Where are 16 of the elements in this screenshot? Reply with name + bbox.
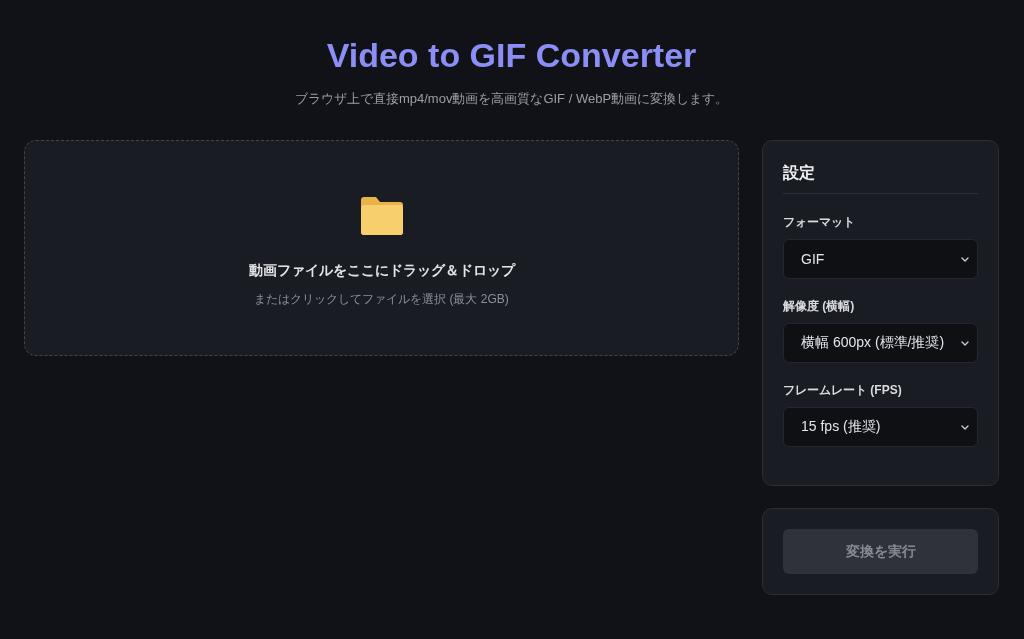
drop-zone[interactable]: 動画ファイルをここにドラッグ＆ドロップ またはクリックしてファイルを選択 (最大 2GB)	[24, 140, 739, 356]
drop-heading: 動画ファイルをここにドラッグ＆ドロップ	[248, 261, 515, 280]
page-title: Video to GIF Converter	[326, 35, 697, 76]
field-label: フレームレート (FPS)	[783, 382, 902, 398]
chevron-down-icon	[961, 256, 969, 262]
field-label: 解像度 (横幅)	[783, 298, 855, 314]
drop-hint: またはクリックしてファイルを選択 (最大 2GB)	[254, 291, 509, 308]
folder-icon	[360, 197, 403, 235]
page-subtitle: ブラウザ上で直接mp4/mov動画を高画質なGIF / WebP動画に変換します。	[294, 90, 729, 108]
chevron-down-icon	[961, 424, 969, 430]
field-label: フォーマット	[783, 214, 855, 230]
chevron-down-icon	[961, 340, 969, 346]
dropdown[interactable]: 横幅 600px (標準/推奨)	[783, 323, 978, 363]
dropdown[interactable]: GIF	[783, 239, 978, 279]
settings-title: 設定	[783, 162, 978, 194]
dropdown[interactable]: 15 fps (推奨)	[783, 407, 978, 447]
